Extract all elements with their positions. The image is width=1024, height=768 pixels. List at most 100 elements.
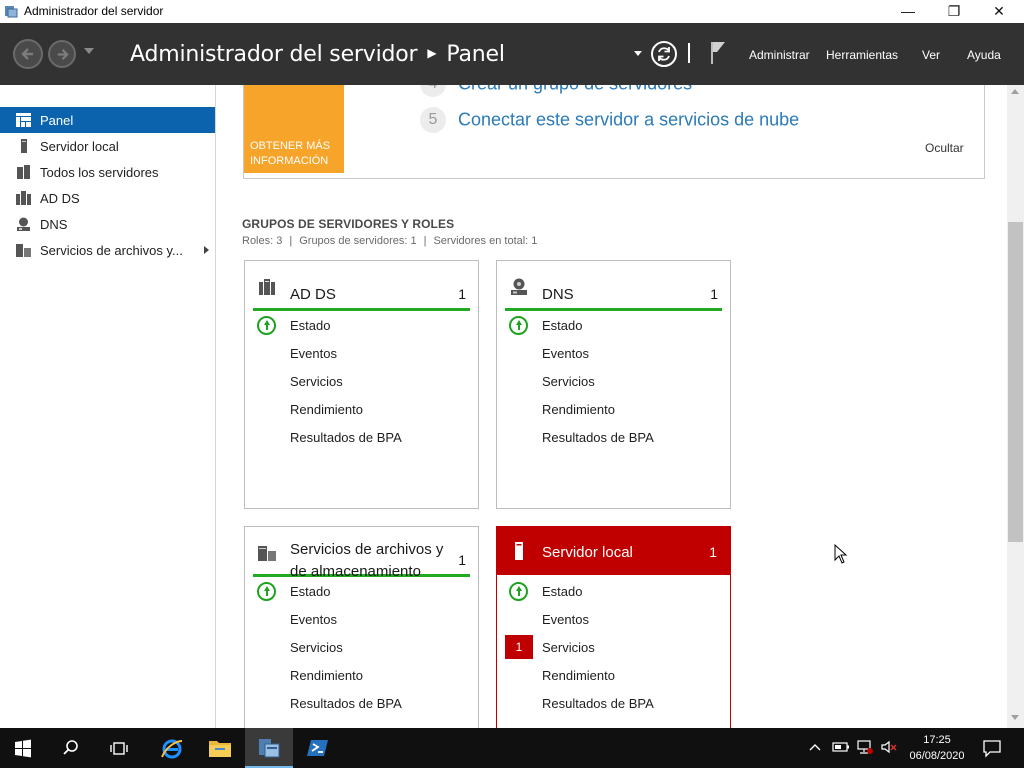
- show-hidden-icons-chevron-icon[interactable]: [808, 742, 822, 752]
- tile-row-servicios[interactable]: Servicios: [245, 634, 478, 662]
- tile-row-rendimiento[interactable]: Rendimiento: [497, 662, 730, 690]
- sidebar-item-servicios-de-archivos[interactable]: Servicios de archivos y...: [0, 237, 215, 263]
- sidebar-item-todos-los-servidores[interactable]: Todos los servidores: [0, 159, 215, 185]
- status-ok-icon: [509, 316, 528, 335]
- tile-row-label: Servicios: [290, 640, 343, 655]
- step-connect-cloud[interactable]: 5 Conectar este servidor a servicios de n…: [420, 107, 799, 133]
- file-services-icon: [258, 546, 276, 561]
- tile-row-bpa[interactable]: Resultados de BPA: [245, 424, 478, 452]
- file-explorer-button[interactable]: [196, 728, 244, 768]
- sidebar-item-dns[interactable]: DNS: [0, 211, 215, 237]
- tile-count: 1: [710, 286, 718, 302]
- arrow-left-icon: [21, 48, 33, 60]
- tile-header[interactable]: Servicios de archivos y de almacenamient…: [253, 535, 470, 580]
- tile-title: AD DS: [290, 286, 336, 303]
- hide-welcome-link[interactable]: Ocultar: [925, 141, 964, 155]
- tile-row-estado[interactable]: Estado: [245, 312, 478, 340]
- tile-header[interactable]: Servidor local 1: [497, 527, 730, 575]
- menu-herramientas[interactable]: Herramientas: [826, 48, 898, 62]
- dns-icon: [17, 217, 30, 231]
- task-view-icon: [110, 742, 128, 755]
- tile-count: 1: [458, 286, 466, 302]
- tile-row-servicios[interactable]: 1 Servicios: [497, 634, 730, 662]
- breadcrumb-app[interactable]: Administrador del servidor: [130, 42, 418, 67]
- welcome-panel: OBTENER MÁS INFORMACIÓN 4 Crear un grupo …: [243, 85, 985, 179]
- refresh-button[interactable]: [651, 41, 677, 67]
- tile-row-label: Estado: [542, 584, 583, 599]
- tile-row-eventos[interactable]: Eventos: [497, 340, 730, 368]
- summary-separator: |: [423, 235, 427, 247]
- tile-ad-ds[interactable]: AD DS 1 Estado Eventos Servicios Rendimi…: [244, 260, 479, 509]
- scroll-up-icon[interactable]: [1011, 89, 1019, 94]
- tile-header[interactable]: DNS 1: [505, 269, 722, 311]
- step-link[interactable]: Conectar este servidor a servicios de nu…: [458, 110, 799, 130]
- windows-logo-icon: [15, 739, 31, 758]
- server-icon: [21, 139, 27, 153]
- tile-row-rendimiento[interactable]: Rendimiento: [245, 396, 478, 424]
- forward-button[interactable]: [48, 40, 76, 68]
- scroll-down-icon[interactable]: [1011, 715, 1019, 720]
- back-button[interactable]: [13, 39, 43, 69]
- history-dropdown-icon[interactable]: [84, 48, 94, 54]
- step-link[interactable]: Crear un grupo de servidores: [458, 85, 692, 94]
- tile-row-eventos[interactable]: Eventos: [497, 606, 730, 634]
- servers-icon: [17, 165, 30, 179]
- powershell-button[interactable]: [294, 728, 342, 768]
- ad-ds-icon: [16, 191, 31, 205]
- tile-row-label: Rendimiento: [290, 402, 363, 417]
- tile-row-estado[interactable]: Estado: [497, 312, 730, 340]
- notifications-flag-icon[interactable]: [710, 40, 728, 66]
- tile-title: DNS: [542, 286, 574, 303]
- tile-row-label: Servicios: [542, 640, 595, 655]
- menu-administrar[interactable]: Administrar: [749, 48, 810, 62]
- tile-row-eventos[interactable]: Eventos: [245, 340, 478, 368]
- network-icon[interactable]: [856, 739, 874, 755]
- tile-row-label: Rendimiento: [542, 668, 615, 683]
- tile-file-services[interactable]: Servicios de archivos y de almacenamient…: [244, 526, 479, 728]
- step-number: 4: [420, 85, 446, 97]
- volume-muted-icon[interactable]: [880, 739, 898, 755]
- tile-row-bpa[interactable]: Resultados de BPA: [245, 690, 478, 718]
- tile-row-estado[interactable]: Estado: [497, 578, 730, 606]
- tile-row-servicios[interactable]: Servicios: [245, 368, 478, 396]
- menu-ayuda[interactable]: Ayuda: [967, 48, 1001, 62]
- tile-row-eventos[interactable]: Eventos: [245, 606, 478, 634]
- step-create-server-group[interactable]: 4 Crear un grupo de servidores: [420, 85, 692, 97]
- sidebar-item-panel[interactable]: Panel: [0, 107, 215, 133]
- sidebar-item-servidor-local[interactable]: Servidor local: [0, 133, 215, 159]
- tile-row-estado[interactable]: Estado: [245, 578, 478, 606]
- tile-row-label: Eventos: [542, 346, 589, 361]
- server-manager-taskbar-button[interactable]: [245, 728, 293, 768]
- tile-dns[interactable]: DNS 1 Estado Eventos Servicios Rendimien…: [496, 260, 731, 509]
- sidebar-item-ad-ds[interactable]: AD DS: [0, 185, 215, 211]
- task-view-button[interactable]: [96, 728, 144, 768]
- internet-explorer-button[interactable]: [148, 728, 196, 768]
- tile-servidor-local[interactable]: Servidor local 1 Estado Eventos 1 Servici…: [496, 526, 731, 728]
- tile-header[interactable]: AD DS 1: [253, 269, 470, 311]
- restore-button[interactable]: ❐: [931, 0, 977, 23]
- start-button[interactable]: [0, 728, 48, 768]
- expand-arrow-icon[interactable]: [204, 246, 209, 254]
- search-button[interactable]: [48, 728, 96, 768]
- tile-row-bpa[interactable]: Resultados de BPA: [497, 424, 730, 452]
- servers-total-count: Servidores en total: 1: [433, 235, 538, 247]
- learn-more-tile[interactable]: OBTENER MÁS INFORMACIÓN: [244, 85, 344, 173]
- tile-row-rendimiento[interactable]: Rendimiento: [245, 662, 478, 690]
- tile-row-bpa[interactable]: Resultados de BPA: [497, 690, 730, 718]
- tile-row-label: Rendimiento: [290, 668, 363, 683]
- tile-row-label: Eventos: [290, 612, 337, 627]
- action-center-icon[interactable]: [982, 738, 1002, 758]
- tile-row-rendimiento[interactable]: Rendimiento: [497, 396, 730, 424]
- close-button[interactable]: ✕: [976, 0, 1022, 23]
- system-clock[interactable]: 17:25 06/08/2020: [905, 732, 969, 764]
- battery-icon[interactable]: [832, 741, 850, 753]
- refresh-icon: [658, 47, 670, 61]
- sidebar-item-label: Servicios de archivos y...: [40, 243, 183, 258]
- breadcrumb-dropdown-icon[interactable]: [634, 51, 642, 56]
- vertical-scrollbar[interactable]: [1007, 85, 1024, 728]
- breadcrumb-current: Panel: [446, 42, 505, 67]
- menu-ver[interactable]: Ver: [922, 48, 940, 62]
- minimize-button[interactable]: —: [885, 0, 931, 23]
- tile-row-servicios[interactable]: Servicios: [497, 368, 730, 396]
- scroll-thumb[interactable]: [1008, 222, 1023, 542]
